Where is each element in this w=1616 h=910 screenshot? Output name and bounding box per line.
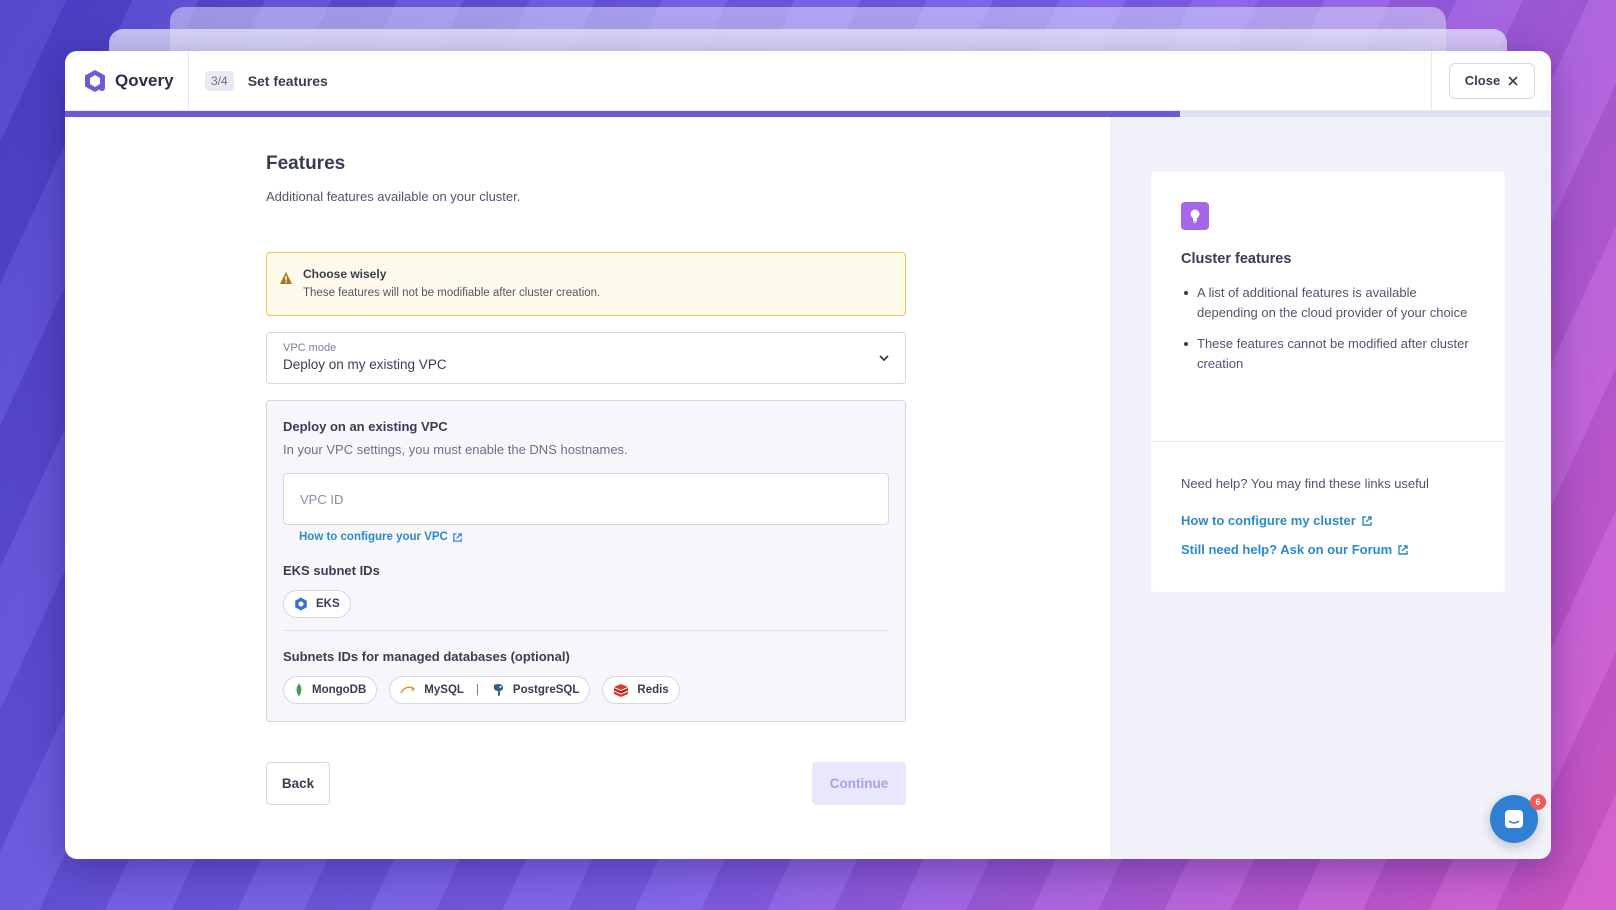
help-sidebar: Cluster features A list of additional fe… <box>1110 117 1551 859</box>
forum-link[interactable]: Still need help? Ask on our Forum <box>1181 542 1475 557</box>
section-divider <box>283 630 889 631</box>
card-title: Cluster features <box>1181 251 1292 267</box>
tag-separator: | <box>475 684 479 696</box>
cluster-creation-modal: Qovery 3/4 Set features Close Features A… <box>65 51 1551 859</box>
mysql-tag-label: MySQL <box>424 684 464 696</box>
list-item: These features cannot be modified after … <box>1181 334 1475 374</box>
postgresql-icon <box>493 684 503 696</box>
features-info-list: A list of additional features is availab… <box>1181 283 1475 374</box>
warning-icon <box>280 272 292 284</box>
mysql-icon <box>400 686 416 694</box>
existing-vpc-panel: Deploy on an existing VPC In your VPC se… <box>266 400 906 722</box>
mongodb-icon <box>296 683 302 697</box>
close-button-label: Close <box>1464 73 1501 88</box>
eks-subnets-title: EKS subnet IDs <box>283 563 380 578</box>
close-icon <box>1508 75 1518 86</box>
configure-vpc-link[interactable]: How to configure your VPC <box>299 531 463 543</box>
vpc-mode-label: VPC mode <box>283 342 337 354</box>
app-logo[interactable]: Qovery <box>65 51 189 110</box>
vpc-mode-value: Deploy on my existing VPC <box>283 357 447 372</box>
close-button[interactable]: Close <box>1448 62 1535 99</box>
step-title: Set features <box>247 72 328 89</box>
warning-callout: Choose wisely These features will not be… <box>266 252 906 316</box>
mysql-postgresql-subnets-tag[interactable]: MySQL | PostgreSQL <box>389 676 591 704</box>
redis-subnets-tag[interactable]: Redis <box>602 676 680 704</box>
step-counter-badge: 3/4 <box>205 70 234 91</box>
lightbulb-icon <box>1181 202 1209 230</box>
cluster-features-card: Cluster features A list of additional fe… <box>1151 172 1505 592</box>
mongodb-tag-label: MongoDB <box>312 684 367 696</box>
external-link-icon <box>453 532 462 542</box>
redis-tag-label: Redis <box>637 684 669 696</box>
eks-tag-label: EKS <box>316 598 340 610</box>
modal-header: Qovery 3/4 Set features Close <box>65 51 1551 111</box>
external-link-icon <box>1362 515 1372 526</box>
vpc-mode-select[interactable]: VPC mode Deploy on my existing VPC <box>266 332 906 384</box>
postgresql-tag-label: PostgreSQL <box>512 684 580 696</box>
close-area: Close <box>1431 51 1551 110</box>
chat-icon <box>1505 810 1523 828</box>
db-subnets-title: Subnets IDs for managed databases (optio… <box>283 649 570 664</box>
vpc-id-input[interactable] <box>283 473 889 525</box>
eks-icon <box>295 597 307 611</box>
app-name: Qovery <box>115 70 174 90</box>
page-subtitle: Additional features available on your cl… <box>266 189 521 204</box>
form-actions: Back Continue <box>266 762 906 805</box>
existing-vpc-title: Deploy on an existing VPC <box>283 419 448 434</box>
qovery-logo-icon <box>85 69 105 92</box>
back-button[interactable]: Back <box>266 762 330 805</box>
existing-vpc-description: In your VPC settings, you must enable th… <box>283 442 628 457</box>
configure-vpc-link-label: How to configure your VPC <box>299 531 448 543</box>
callout-description: These features will not be modifiable af… <box>303 287 601 299</box>
list-item: A list of additional features is availab… <box>1181 283 1475 323</box>
forum-link-label: Still need help? Ask on our Forum <box>1181 542 1393 557</box>
configure-cluster-link-label: How to configure my cluster <box>1181 513 1356 528</box>
help-text: Need help? You may find these links usef… <box>1181 476 1429 491</box>
redis-icon <box>614 684 629 697</box>
eks-subnets-tag[interactable]: EKS <box>283 590 351 618</box>
mongodb-subnets-tag[interactable]: MongoDB <box>283 676 378 704</box>
continue-button[interactable]: Continue <box>812 762 906 805</box>
main-panel: Features Additional features available o… <box>65 117 1110 859</box>
external-link-icon <box>1398 544 1408 555</box>
chat-notification-badge: 6 <box>1530 794 1546 810</box>
page-title: Features <box>266 153 346 174</box>
callout-title: Choose wisely <box>303 267 387 281</box>
chevron-down-icon <box>879 355 889 362</box>
configure-cluster-link[interactable]: How to configure my cluster <box>1181 513 1475 528</box>
